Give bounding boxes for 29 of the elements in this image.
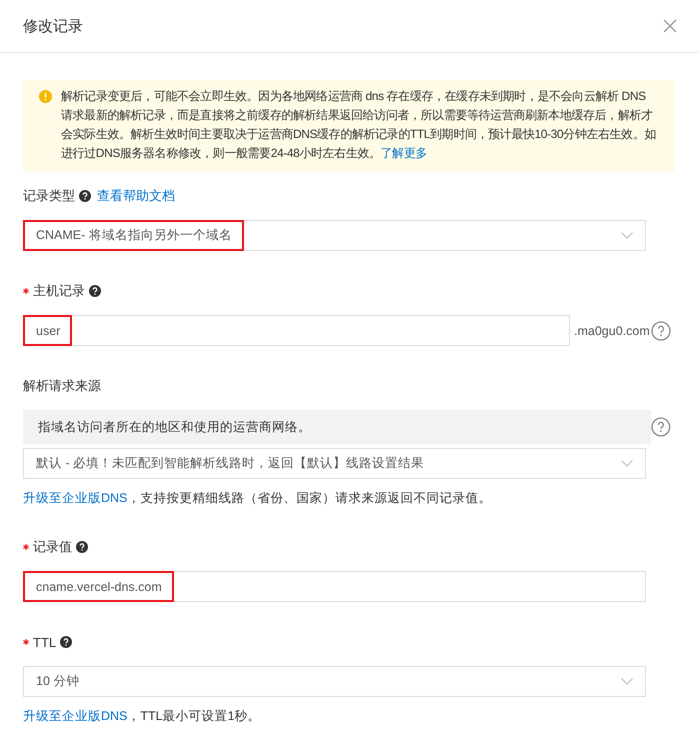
domain-suffix: .ma0gu0.com <box>574 324 650 338</box>
field-label: 记录值 <box>33 538 72 556</box>
select-field[interactable]: 默认 - 必填！未匹配到智能解析线路时，返回【默认】线路设置结果 <box>23 448 646 479</box>
learn-more-link[interactable]: 了解更多 <box>380 146 428 160</box>
upgrade-link[interactable]: 升级至企业版DNS <box>23 709 128 723</box>
help-icon[interactable] <box>89 285 101 297</box>
field-label: TTL <box>33 634 56 650</box>
help-icon[interactable] <box>76 541 88 553</box>
upgrade-note: 升级至企业版DNS，支持按更精细线路（省份、国家）请求来源返回不同记录值。 <box>23 490 492 507</box>
field-label: 主机记录 <box>33 282 85 300</box>
chevron-down-icon <box>621 460 633 467</box>
help-icon[interactable] <box>60 636 72 648</box>
upgrade-note: 升级至企业版DNS，TTL最小可设置1秒。 <box>23 708 262 725</box>
chevron-down-icon <box>621 232 633 239</box>
field-label: 记录类型 <box>23 187 75 205</box>
input-field[interactable]: user <box>23 315 570 346</box>
select-field[interactable]: 10 分钟 <box>23 666 646 697</box>
help-icon[interactable] <box>79 190 91 202</box>
help-docs-link[interactable]: 查看帮助文档 <box>97 187 175 205</box>
warning-icon <box>39 90 52 103</box>
input-field[interactable]: cname.vercel-dns.com <box>23 571 646 602</box>
field-label: 解析请求来源 <box>23 377 101 395</box>
chevron-down-icon <box>621 678 633 685</box>
upgrade-link[interactable]: 升级至企业版DNS <box>23 491 128 505</box>
close-button[interactable] <box>663 19 677 33</box>
notice-text: 解析记录变更后，可能不会立即生效。因为各地网络运营商 dns 存在缓存，在缓存未到期时，是不会向云解析 DNS 请求最新的解析记录，而是直接将之前缓存的解析结果返回给访问者，所以需要等待运营商刷新本地缓存后，解析才会实际生效。解析生效时间主要取决于运营商DNS缓存的解析记录的TTL到期时间，预计最快10-30分钟左右生效。如进行过DNS服务器名称修改，则一般需要24-48小时左右生效。了解更多 <box>61 88 657 162</box>
dialog-title: 修改记录 <box>23 16 83 36</box>
hint-text: 指域名访问者所在的地区和使用的运营商网络。 <box>23 410 652 444</box>
select-field[interactable]: CNAME- 将域名指向另外一个域名 <box>23 220 646 251</box>
